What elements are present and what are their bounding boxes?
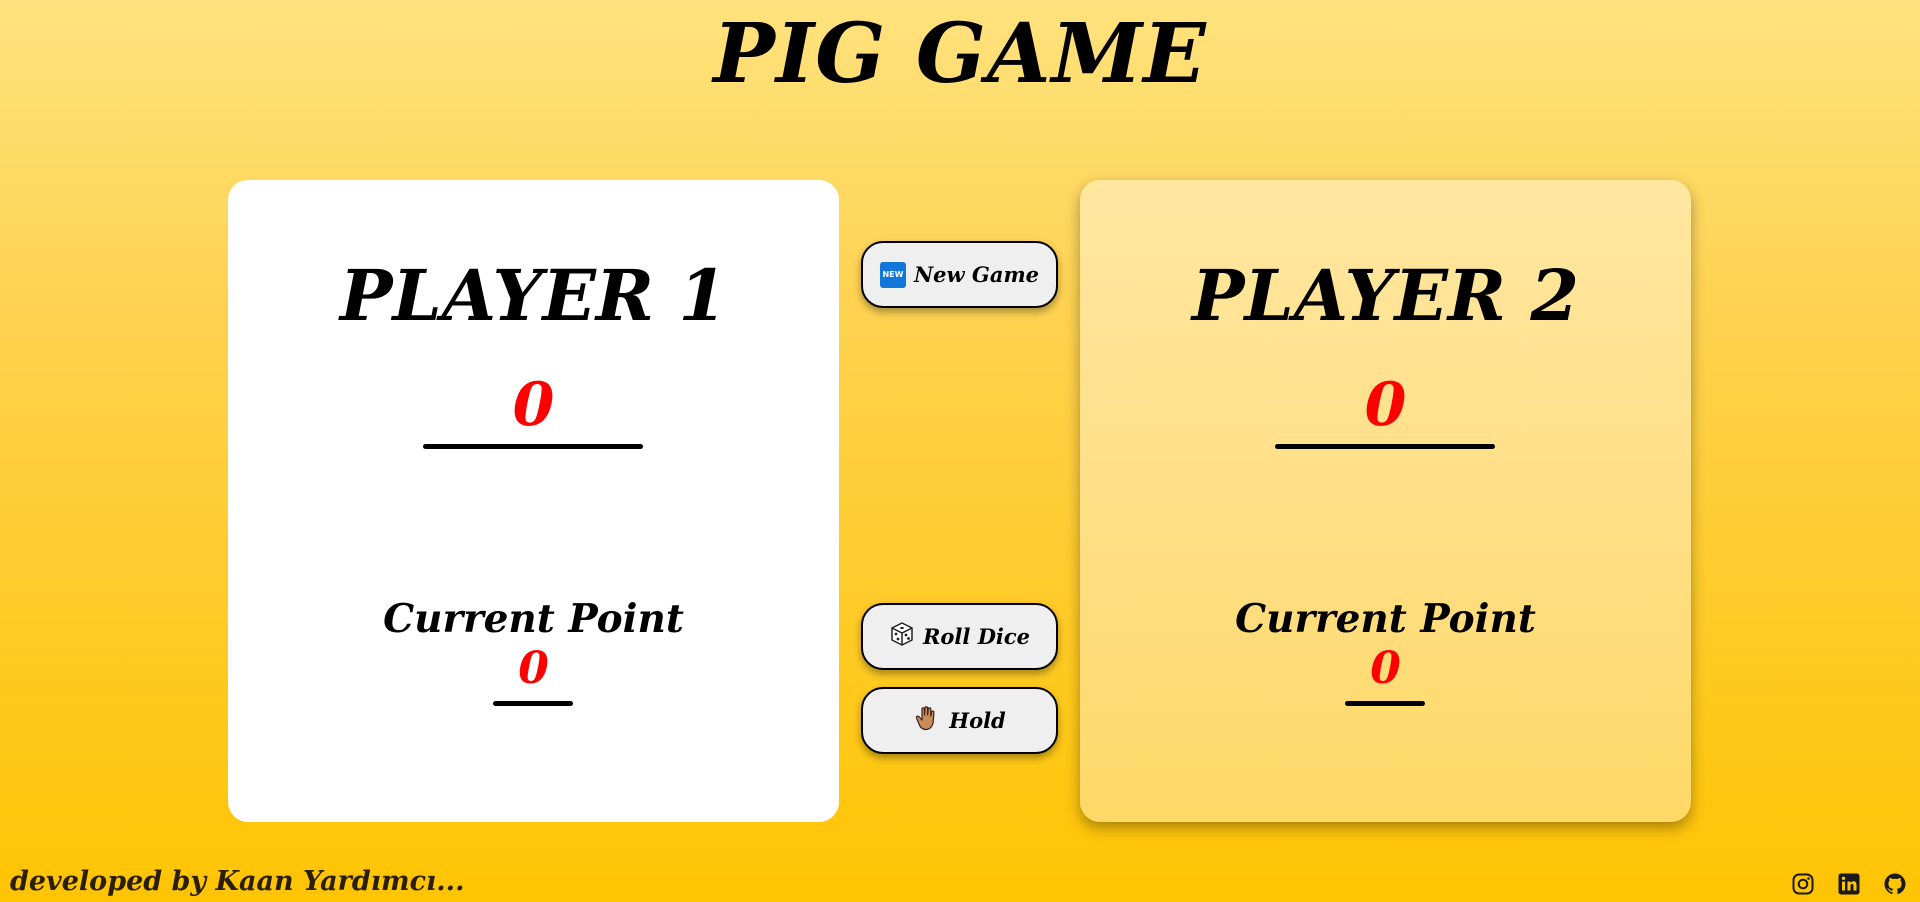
new-game-button[interactable]: NEW New Game (861, 241, 1058, 308)
new-badge-icon: NEW (879, 261, 906, 288)
player-2-current-label: Current Point (1235, 596, 1536, 642)
player-2-name: PLAYER 2 (1191, 254, 1580, 337)
new-game-label: New Game (913, 262, 1040, 287)
player-2-total-score: 0 (1364, 370, 1407, 440)
player-1-name: PLAYER 1 (339, 254, 728, 337)
roll-dice-label: Roll Dice (922, 624, 1031, 649)
player-1-total-score: 0 (512, 370, 555, 440)
linkedin-icon[interactable] (1836, 871, 1862, 897)
page-title: PIG GAME (713, 6, 1207, 102)
current-underline (1345, 701, 1425, 706)
hold-button[interactable]: Hold (861, 687, 1058, 754)
player-1-panel: PLAYER 1 0 Current Point 0 (228, 180, 839, 822)
player-1-current-label: Current Point (383, 596, 684, 642)
instagram-icon[interactable] (1790, 871, 1816, 897)
score-underline (423, 444, 643, 449)
player-2-current-score: 0 (1370, 643, 1401, 694)
hold-label: Hold (949, 708, 1006, 733)
roll-dice-button[interactable]: Roll Dice (861, 603, 1058, 670)
developer-credit: developed by Kaan Yardımcı... (10, 866, 465, 897)
github-icon[interactable] (1882, 871, 1908, 897)
hand-icon (913, 704, 941, 737)
dice-icon (889, 621, 915, 652)
current-underline (493, 701, 573, 706)
player-2-panel: PLAYER 2 0 Current Point 0 (1080, 180, 1691, 822)
player-1-current-score: 0 (518, 643, 549, 694)
score-underline (1275, 444, 1495, 449)
